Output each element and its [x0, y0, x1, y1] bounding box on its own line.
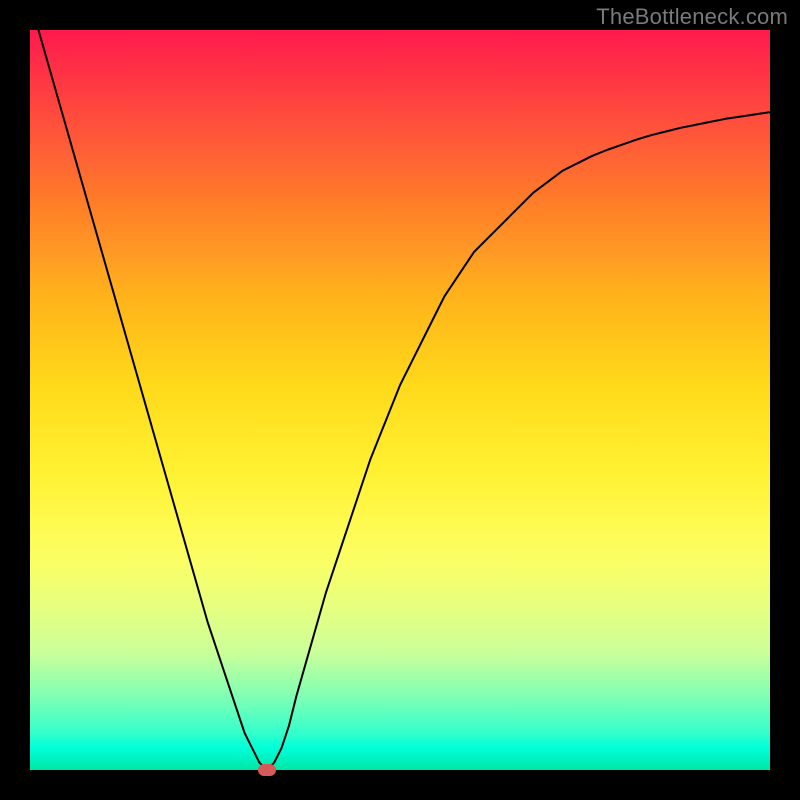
- bottleneck-curve: [30, 30, 770, 770]
- chart-frame: TheBottleneck.com: [0, 0, 800, 800]
- watermark-text: TheBottleneck.com: [596, 4, 788, 30]
- minimum-marker: [258, 764, 276, 776]
- plot-area: [30, 30, 770, 770]
- curve-layer: [30, 30, 770, 770]
